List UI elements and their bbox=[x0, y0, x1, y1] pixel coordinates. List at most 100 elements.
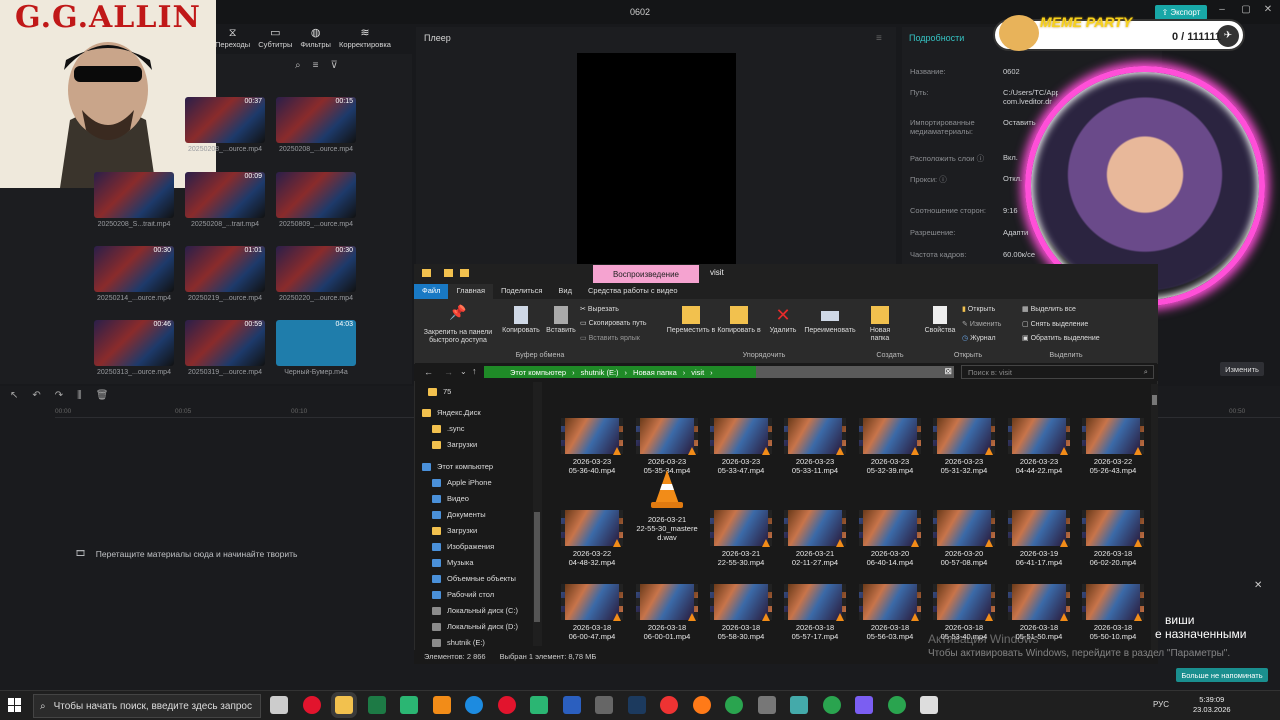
nav-item[interactable]: .sync bbox=[432, 424, 465, 433]
file-item[interactable]: 2026-03-18 05-50-10.mp4 bbox=[1077, 584, 1149, 641]
file-item[interactable]: 2026-03-18 05-57-17.mp4 bbox=[779, 584, 851, 641]
taskbar-search-input[interactable]: ⌕ Чтобы начать поиск, введите здесь запро… bbox=[33, 694, 261, 718]
ribbon-tab[interactable]: Вид bbox=[550, 284, 580, 299]
media-item[interactable]: 01:01 20250219_...ource.mp4 bbox=[185, 246, 265, 308]
sort-icon[interactable]: ≡ bbox=[313, 60, 319, 74]
address-bar-empty[interactable]: ⊠ bbox=[756, 366, 954, 378]
breadcrumb-item[interactable]: shutnik (E:) bbox=[581, 368, 619, 377]
select-all-button[interactable]: ▦ Выделить все bbox=[1022, 305, 1076, 313]
nav-scroll-thumb[interactable] bbox=[534, 512, 540, 622]
nav-item[interactable]: Загрузки bbox=[432, 526, 477, 535]
file-item[interactable]: 2026-03-21 02-11-27.mp4 bbox=[779, 510, 851, 567]
nav-item[interactable]: Документы bbox=[432, 510, 486, 519]
toolbar-item[interactable]: ⧖ Переходы bbox=[215, 28, 250, 54]
breadcrumb-item[interactable]: Новая папка bbox=[633, 368, 677, 377]
up-icon[interactable]: ↑ bbox=[472, 366, 477, 376]
media-item[interactable]: 00:46 20250313_...ource.mp4 bbox=[94, 320, 174, 382]
minimize-icon[interactable]: – bbox=[1214, 4, 1230, 20]
properties-button[interactable]: Свойства bbox=[922, 306, 958, 335]
file-item[interactable]: 2026-03-20 00-57-08.mp4 bbox=[928, 510, 1000, 567]
chrome-icon[interactable] bbox=[823, 696, 841, 714]
menu-icon[interactable]: ≡ bbox=[876, 33, 882, 44]
file-item[interactable]: 2026-03-18 05-58-30.mp4 bbox=[705, 584, 777, 641]
copy-button[interactable]: Копировать bbox=[498, 306, 544, 335]
media-item[interactable]: 20250208_S...trait.mp4 bbox=[94, 172, 174, 234]
paste-button[interactable]: Вставить bbox=[542, 306, 580, 335]
word-icon[interactable] bbox=[563, 696, 581, 714]
explorer-search-input[interactable]: Поиск в: visit ⌕ bbox=[961, 365, 1154, 379]
rename-button[interactable]: Переименовать bbox=[800, 306, 860, 335]
pin-button[interactable]: 📌 Закрепить на панели быстрого доступа bbox=[418, 305, 498, 345]
nav-item[interactable]: Видео bbox=[432, 494, 469, 503]
nav-item[interactable]: Рабочий стол bbox=[432, 590, 494, 599]
file-item[interactable]: 2026-03-23 04-44-22.mp4 bbox=[1003, 418, 1075, 475]
delete-button[interactable]: ✕ Удалить bbox=[764, 306, 802, 335]
context-tab-playback[interactable]: Воспроизведение bbox=[593, 265, 699, 283]
filter-icon[interactable]: ⊽ bbox=[330, 60, 337, 74]
tray-clock[interactable]: 5:39:09 23.03.2026 bbox=[1193, 695, 1231, 715]
address-bar[interactable]: Этот компьютер › shutnik (E:) › Новая папка ›… bbox=[484, 366, 756, 378]
windows-start-icon[interactable] bbox=[8, 698, 22, 712]
select-tool-icon[interactable]: ↖ bbox=[10, 390, 18, 401]
new-folder-icon[interactable] bbox=[460, 269, 469, 277]
file-item[interactable]: 2026-03-21 22-55-30_mastere d.wav bbox=[631, 468, 703, 542]
nav-item[interactable]: Загрузки bbox=[432, 440, 477, 449]
toolbar-item[interactable]: ◍ Фильтры bbox=[300, 28, 331, 54]
delete-icon[interactable]: 🗑 bbox=[96, 390, 109, 401]
media-item[interactable]: 20250809_...ource.mp4 bbox=[276, 172, 356, 234]
nav-item[interactable]: Apple iPhone bbox=[432, 478, 492, 487]
app-icon[interactable] bbox=[400, 696, 418, 714]
recent-icon[interactable]: ⌄ bbox=[460, 367, 467, 376]
vlc-icon[interactable] bbox=[433, 696, 451, 714]
nav-item[interactable]: Объемные объекты bbox=[432, 574, 516, 583]
copy-to-button[interactable]: Копировать в bbox=[714, 306, 764, 335]
file-item[interactable]: 2026-03-23 05-36-40.mp4 bbox=[552, 412, 628, 504]
media-item[interactable]: 00:15 20250208_...ource.mp4 bbox=[276, 97, 356, 159]
app-icon[interactable] bbox=[920, 696, 938, 714]
nav-item[interactable]: Изображения bbox=[432, 542, 494, 551]
file-item[interactable]: 2026-03-18 06-02-20.mp4 bbox=[1077, 510, 1149, 567]
nav-item[interactable]: Яндекс.Диск bbox=[422, 408, 481, 417]
split-icon[interactable]: ⫼ bbox=[77, 390, 82, 401]
app-icon[interactable] bbox=[758, 696, 776, 714]
close-icon[interactable]: ✕ bbox=[1260, 4, 1276, 20]
file-item[interactable]: 2026-03-22 05-26-43.mp4 bbox=[1077, 418, 1149, 475]
nav-item[interactable]: Локальный диск (C:) bbox=[432, 606, 518, 615]
tray-language[interactable]: РУС bbox=[1153, 700, 1169, 709]
quick-access-icon[interactable] bbox=[444, 269, 453, 277]
redo-icon[interactable]: ↷ bbox=[55, 390, 63, 401]
file-item[interactable]: 2026-03-22 04-48-32.mp4 bbox=[556, 510, 628, 567]
cut-button[interactable]: ✂ Вырезать bbox=[580, 305, 619, 313]
chrome-icon[interactable] bbox=[888, 696, 906, 714]
file-item[interactable]: 2026-03-18 06-00-47.mp4 bbox=[556, 584, 628, 641]
app-icon[interactable] bbox=[595, 696, 613, 714]
player-screen[interactable] bbox=[577, 53, 736, 264]
modify-button[interactable]: Изменить bbox=[1220, 362, 1264, 376]
file-item[interactable]: 2026-03-23 05-31-32.mp4 bbox=[928, 418, 1000, 475]
file-scroll-thumb[interactable] bbox=[1152, 395, 1157, 405]
task-view-icon[interactable] bbox=[270, 696, 288, 714]
file-item[interactable]: 2026-03-2305-35-34.mp4 bbox=[631, 418, 703, 475]
file-item[interactable]: 2026-03-19 06-41-17.mp4 bbox=[1003, 510, 1075, 567]
file-item[interactable]: 2026-03-20 06-40-14.mp4 bbox=[854, 510, 926, 567]
ribbon-tab[interactable]: Главная bbox=[448, 284, 493, 299]
dont-remind-button[interactable]: Больше не напоминать bbox=[1176, 668, 1268, 682]
file-explorer-icon[interactable] bbox=[335, 696, 353, 714]
invert-selection-button[interactable]: ▣ Обратить выделение bbox=[1022, 334, 1100, 342]
nav-item[interactable]: Музыка bbox=[432, 558, 474, 567]
media-item[interactable]: 00:59 20250319_...ource.mp4 bbox=[185, 320, 265, 382]
opera-icon[interactable] bbox=[303, 696, 321, 714]
media-item[interactable]: 00:09 20250208_...trait.mp4 bbox=[185, 172, 265, 234]
breadcrumb-item[interactable]: visit bbox=[691, 368, 704, 377]
media-item[interactable]: 04:03 Черный-Бумер.m4a bbox=[276, 320, 356, 382]
clear-icon[interactable]: ⊠ bbox=[944, 366, 952, 377]
media-item[interactable]: 00:30 20250220_...ource.mp4 bbox=[276, 246, 356, 308]
app-icon[interactable] bbox=[855, 696, 873, 714]
back-icon[interactable]: ← bbox=[424, 367, 433, 377]
notification-close-icon[interactable]: ✕ bbox=[1254, 580, 1262, 591]
photoshop-icon[interactable] bbox=[628, 696, 646, 714]
media-item[interactable]: 00:30 20250214_...ource.mp4 bbox=[94, 246, 174, 308]
app-icon[interactable] bbox=[530, 696, 548, 714]
file-item[interactable]: 2026-03-23 05-32-39.mp4 bbox=[854, 418, 926, 475]
app-icon[interactable] bbox=[790, 696, 808, 714]
